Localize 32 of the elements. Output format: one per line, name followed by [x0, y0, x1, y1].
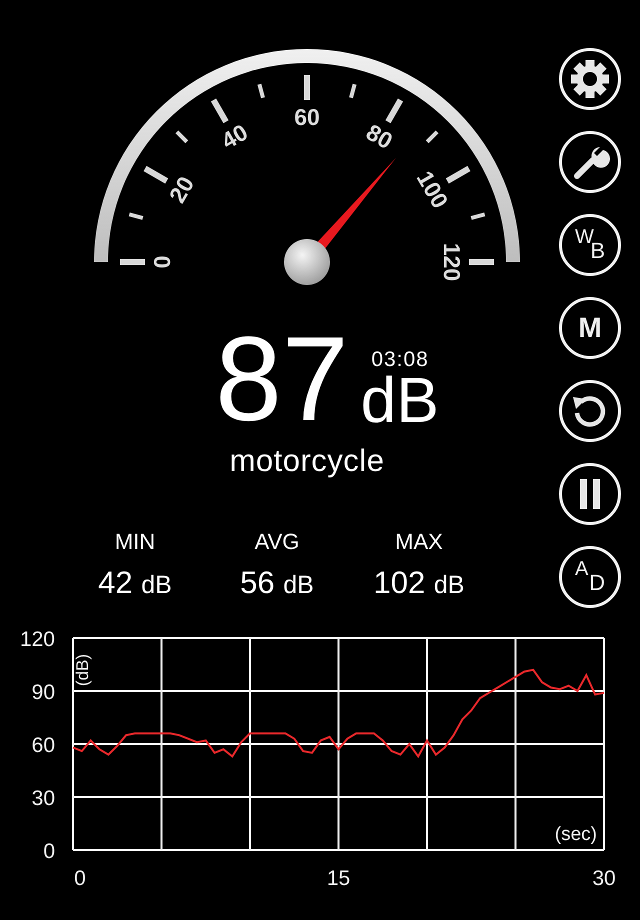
gauge-label: 40 — [216, 118, 252, 154]
letter-button[interactable]: AD — [559, 546, 621, 608]
decibel-value: 87 — [215, 329, 349, 429]
y-tick-label: 30 — [32, 787, 55, 810]
gauge-label: 100 — [412, 166, 454, 213]
y-axis-label: (dB) — [73, 654, 92, 686]
gear-icon — [570, 59, 610, 99]
gauge-label: 60 — [294, 104, 320, 130]
noise-label: motorcycle — [230, 443, 384, 479]
needle-hub — [284, 239, 330, 285]
gauge-label: 0 — [149, 256, 175, 268]
y-tick-label: 90 — [32, 681, 55, 704]
x-axis-label: (sec) — [554, 824, 597, 845]
y-tick-label: 60 — [32, 734, 55, 757]
y-tick-label: 0 — [43, 840, 55, 863]
x-tick-label: 0 — [74, 867, 86, 890]
x-tick-label: 30 — [592, 867, 616, 890]
elapsed-time: 03:08 — [371, 349, 429, 371]
gauge-label: 120 — [439, 242, 465, 282]
letter-button[interactable]: M — [559, 297, 621, 359]
gauge-label: 20 — [164, 172, 200, 208]
letter-button[interactable]: WB — [559, 214, 621, 276]
stat-value: 56 dB — [240, 565, 314, 602]
x-tick-label: 15 — [326, 867, 350, 890]
stat-label: MIN — [114, 529, 156, 555]
stat-value: 102 dB — [374, 565, 464, 602]
stat-label: AVG — [254, 529, 300, 555]
gauge-label: 80 — [362, 118, 398, 154]
decibel-unit: dB — [360, 371, 439, 429]
stat-label: MAX — [395, 529, 443, 555]
stat-value: 42 dB — [98, 565, 172, 602]
y-tick-label: 120 — [20, 630, 55, 651]
